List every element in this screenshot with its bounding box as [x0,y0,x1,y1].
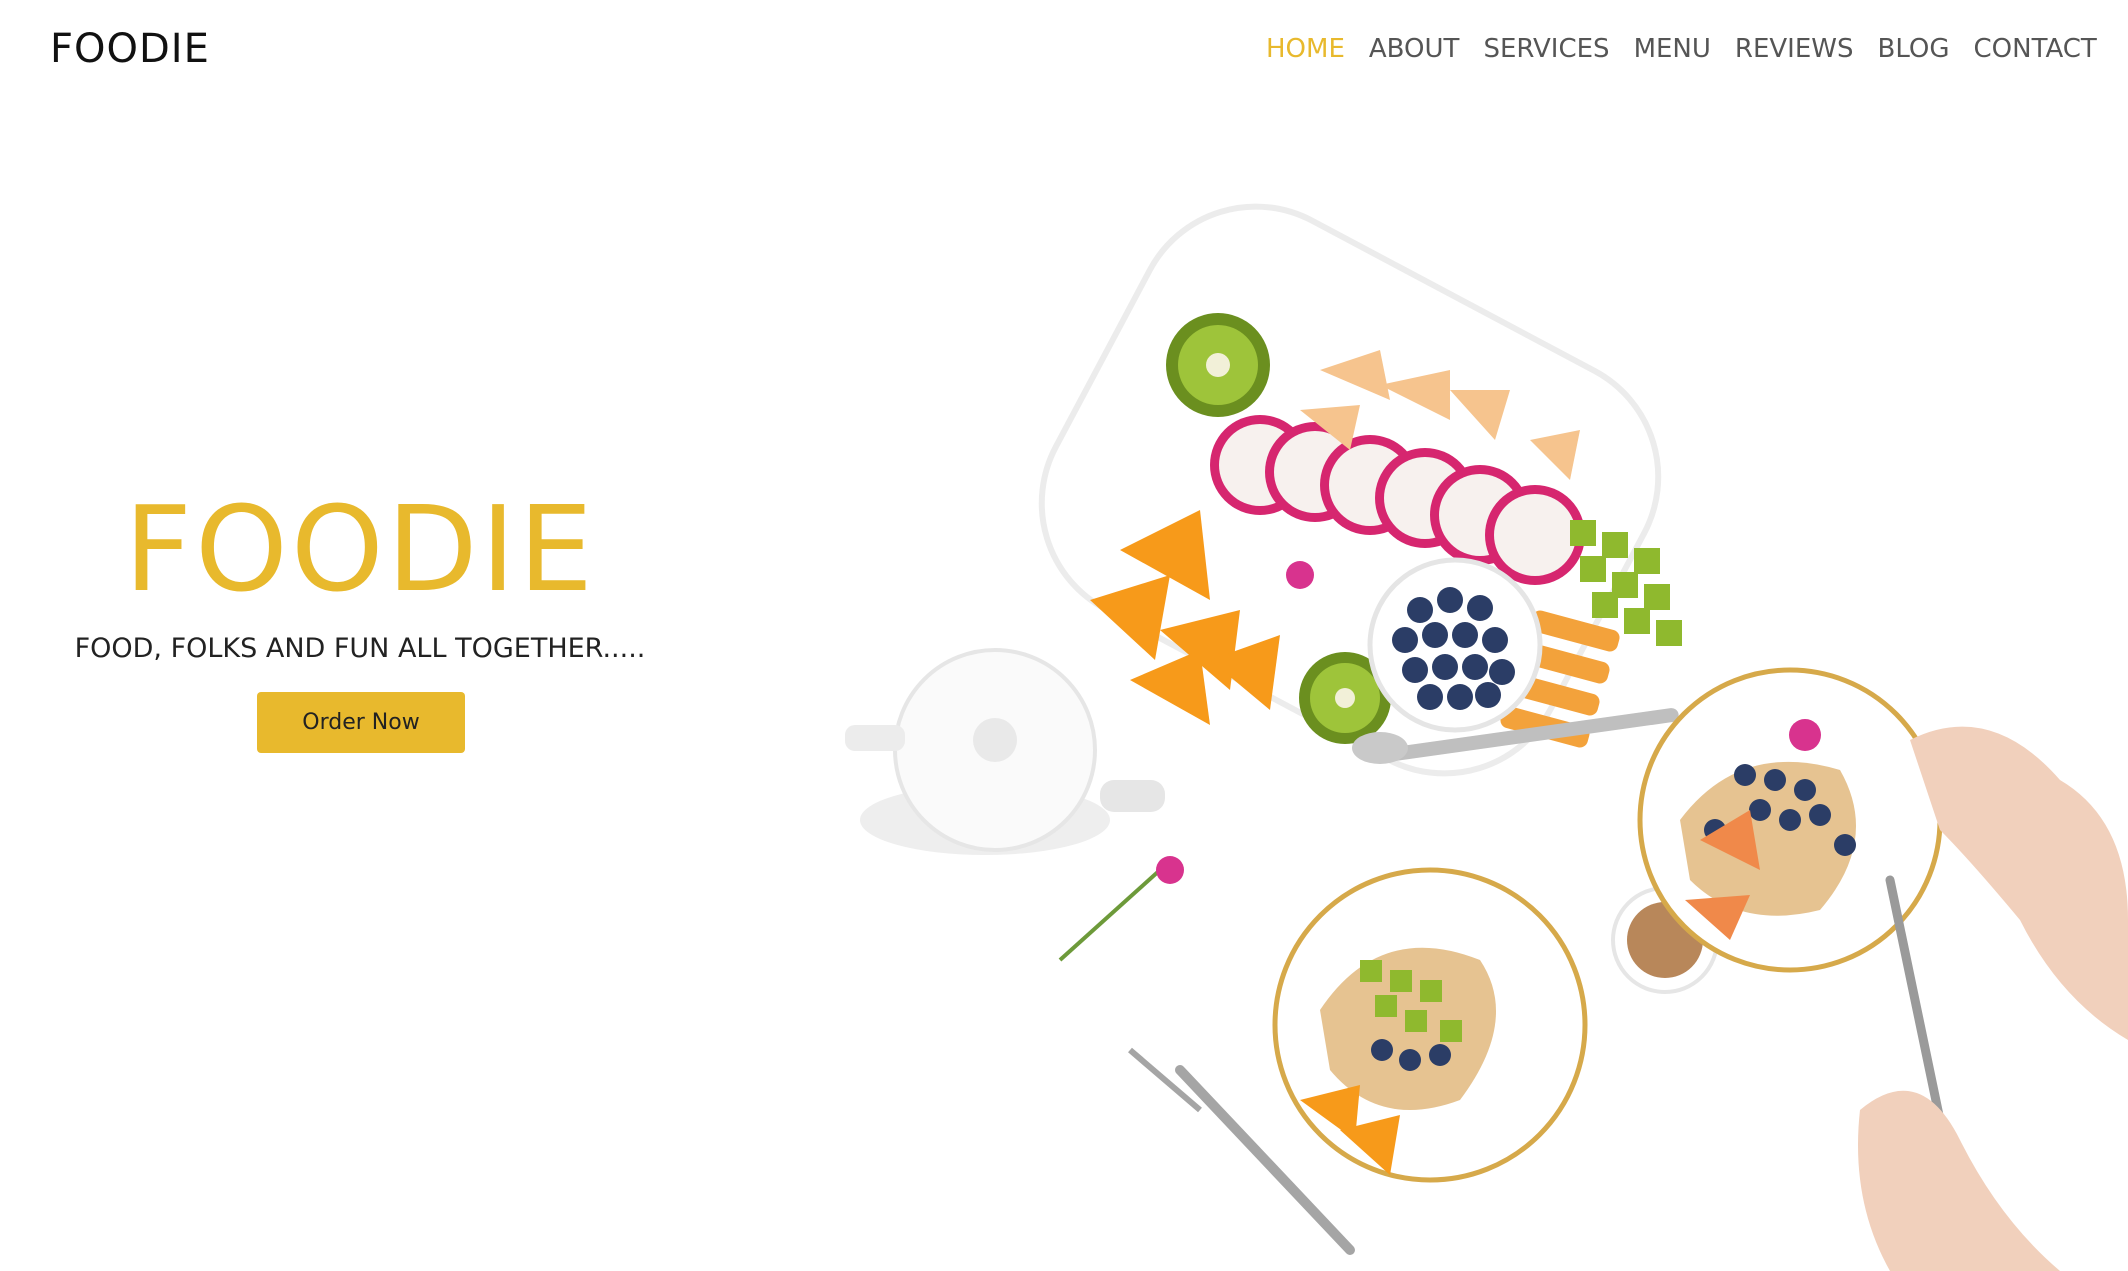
order-now-button[interactable]: Order Now [257,692,465,753]
breakfast-table-photo [845,203,2128,1271]
nav-blog[interactable]: BLOG [1878,34,1950,64]
crepe-plate-left [1272,867,1588,1183]
fruit-platter [1038,203,1682,777]
nav-services[interactable]: SERVICES [1483,34,1609,64]
hero-title: FOODIE [124,480,596,618]
nav-menu[interactable]: MENU [1634,34,1711,64]
page: FOODIE HOME ABOUT SERVICES MENU REVIEWS … [0,0,2128,1271]
nav-brand-logo[interactable]: FOODIE [50,26,210,72]
teapot [845,648,1165,855]
nav-about[interactable]: ABOUT [1369,34,1460,64]
hero-subtitle: FOOD, FOLKS AND FUN ALL TOGETHER..... [74,633,646,664]
nav-reviews[interactable]: REVIEWS [1735,34,1854,64]
main-nav: HOME ABOUT SERVICES MENU REVIEWS BLOG CO… [1266,34,2097,64]
fork-right [1885,875,1945,1125]
nav-home[interactable]: HOME [1266,34,1345,64]
nav-contact[interactable]: CONTACT [1974,34,2097,64]
